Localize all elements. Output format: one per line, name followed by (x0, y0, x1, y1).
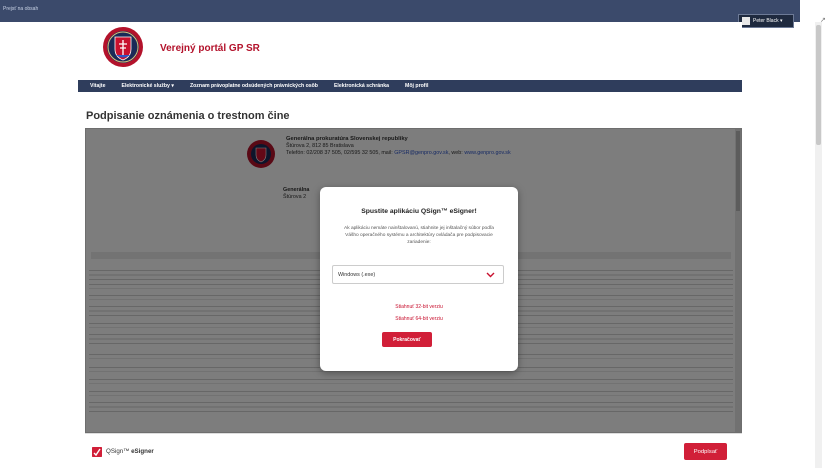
nav-item-my-profile[interactable]: Môj profil (405, 83, 428, 89)
avatar (742, 17, 750, 25)
qsign-brand-name: eSigner (131, 448, 154, 455)
launch-esigner-modal: Spustite aplikáciu QSign™ eSigner! Ak ap… (320, 187, 518, 371)
modal-title: Spustite aplikáciu QSign™ eSigner! (361, 208, 477, 215)
user-name: Peter Black ▾ (753, 18, 783, 24)
page-scrollbar[interactable] (815, 22, 822, 468)
nav-item-electronic-services[interactable]: Elektronické služby ▾ (121, 83, 173, 89)
user-menu[interactable]: Peter Black ▾ (738, 14, 794, 28)
top-bar: Prejsť na obsah (0, 0, 800, 22)
chevron-down-icon (486, 272, 495, 278)
continue-button[interactable]: Pokračovať (382, 332, 432, 347)
nav-item-welcome[interactable]: Vitajte (90, 83, 105, 89)
page-title: Podpisanie oznámenia o trestnom čine (86, 110, 290, 122)
nav-item-mailbox[interactable]: Elektronická schránka (334, 83, 389, 89)
main-nav: Vitajte Elektronické služby ▾ Zoznam prá… (78, 80, 742, 92)
os-select-value: Windows (.exe) (338, 271, 376, 278)
skip-link[interactable]: Prejsť na obsah (3, 6, 38, 12)
site-title[interactable]: Verejný portál GP SR (160, 43, 260, 54)
page-scrollbar-thumb[interactable] (816, 25, 821, 145)
sign-button[interactable]: Podpísať (684, 443, 727, 460)
qsign-brand-prefix: QSign™ (106, 448, 132, 455)
os-select[interactable]: Windows (.exe) (332, 265, 504, 284)
qsign-logo-icon (92, 447, 102, 457)
modal-instructions: Ak aplikáciu nemáte nainštalovanú, stiah… (344, 226, 494, 245)
download-32bit-link[interactable]: Stiahnuť 32-bit verziu (320, 304, 518, 310)
download-64bit-link[interactable]: Stiahnuť 64-bit verziu (320, 316, 518, 322)
site-header: Verejný portál GP SR (78, 22, 742, 80)
signer-footer: QSign™ eSigner Podpísať (85, 433, 742, 468)
prosecution-crest-logo[interactable] (102, 25, 144, 73)
nav-item-convicted-entities[interactable]: Zoznam právoplatne odsúdených právnickýc… (190, 83, 318, 89)
qsign-brand: QSign™ eSigner (106, 448, 154, 455)
